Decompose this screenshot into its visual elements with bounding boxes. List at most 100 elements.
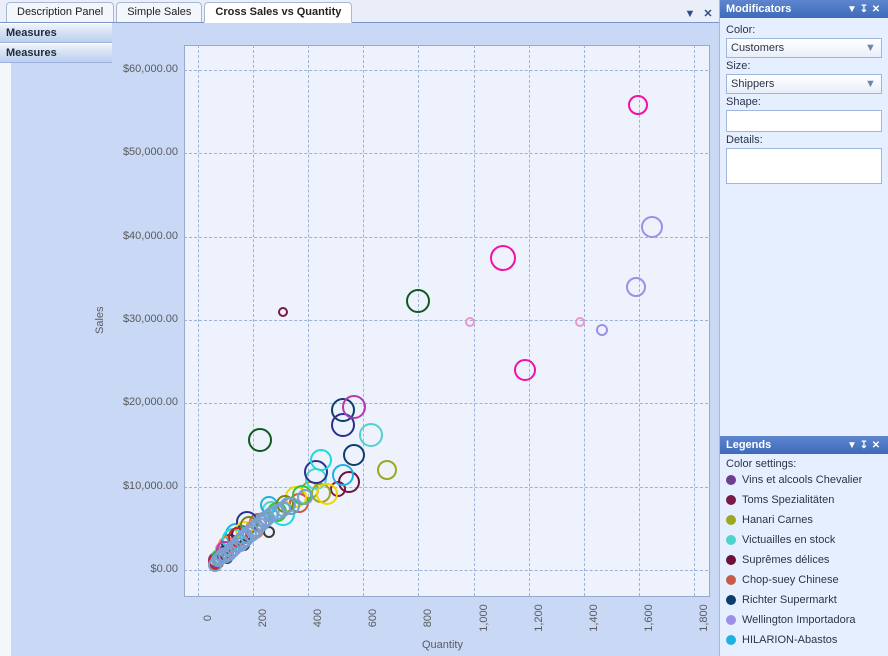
x-tick-label: 600: [367, 603, 379, 633]
details-field-label: Details:: [726, 134, 882, 146]
x-tick-label: 400: [312, 603, 324, 633]
legends-panel: Legends ▼ ↧ ✕ Color settings: Vins et al…: [720, 436, 888, 656]
y-tick-label: $30,000.00: [112, 313, 178, 325]
x-tick-label: 1,600: [643, 603, 655, 633]
y-tick-label: $50,000.00: [112, 146, 178, 158]
color-field-label: Color:: [726, 24, 882, 36]
x-tick-label: 1,200: [533, 603, 545, 633]
tab-description-panel[interactable]: Description Panel: [6, 2, 114, 22]
y-axis-title: Sales: [94, 306, 106, 334]
x-axis-title: Quantity: [422, 639, 463, 651]
y-tick-label: $60,000.00: [112, 63, 178, 75]
measures-header-1[interactable]: Measures: [0, 23, 112, 43]
legends-close-icon[interactable]: ✕: [870, 440, 882, 451]
legend-item[interactable]: HILARION-Abastos: [726, 630, 882, 650]
legend-label: Victuailles en stock: [742, 534, 835, 546]
x-tick-label: 0: [202, 603, 214, 633]
size-field-value: Shippers: [731, 78, 774, 90]
legend-label: Vins et alcools Chevalier: [742, 474, 862, 486]
shape-field[interactable]: [726, 110, 882, 132]
legend-item[interactable]: Hanari Carnes: [726, 510, 882, 530]
legends-subtitle: Color settings:: [726, 458, 882, 470]
chart-area[interactable]: Sales Quantity 02004006008001,0001,2001,…: [112, 23, 719, 656]
x-tick-label: 1,000: [478, 603, 490, 633]
data-point[interactable]: [248, 428, 272, 452]
legend-swatch: [726, 635, 736, 645]
legends-dropdown-icon[interactable]: ▼: [846, 440, 858, 451]
size-field-label: Size:: [726, 60, 882, 72]
tab-strip: Description Panel Simple Sales Cross Sal…: [0, 0, 719, 23]
legend-label: Suprêmes délices: [742, 554, 829, 566]
legend-item[interactable]: Wellington Importadora: [726, 610, 882, 630]
legend-swatch: [726, 495, 736, 505]
grid-line-horizontal: [184, 70, 708, 71]
legend-swatch: [726, 595, 736, 605]
legend-swatch: [726, 575, 736, 585]
legend-label: Toms Spezialitäten: [742, 494, 834, 506]
tab-close-icon[interactable]: ✕: [701, 8, 715, 22]
data-point[interactable]: [465, 317, 475, 327]
modificators-dropdown-icon[interactable]: ▼: [846, 4, 858, 15]
grid-line-horizontal: [184, 320, 708, 321]
modificators-panel: Modificators ▼ ↧ ✕ Color: Customers ▼ Si…: [720, 0, 888, 188]
legend-label: Hanari Carnes: [742, 514, 813, 526]
grid-line-horizontal: [184, 570, 708, 571]
x-tick-label: 800: [422, 603, 434, 633]
legend-label: Wellington Importadora: [742, 614, 856, 626]
legends-title-bar[interactable]: Legends ▼ ↧ ✕: [720, 436, 888, 454]
tabs-dropdown-icon[interactable]: ▼: [683, 8, 697, 22]
tab-cross-sales-vs-quantity[interactable]: Cross Sales vs Quantity: [204, 2, 352, 23]
color-field-value: Customers: [731, 42, 784, 54]
data-point[interactable]: [310, 449, 332, 471]
legend-item[interactable]: Chop-suey Chinese: [726, 570, 882, 590]
grid-line-horizontal: [184, 153, 708, 154]
legend-swatch: [726, 515, 736, 525]
shape-field-label: Shape:: [726, 96, 882, 108]
legends-title: Legends: [726, 439, 771, 451]
x-tick-label: 1,400: [588, 603, 600, 633]
legend-item[interactable]: Toms Spezialitäten: [726, 490, 882, 510]
measures-body: [12, 63, 112, 656]
y-tick-label: $10,000.00: [112, 480, 178, 492]
data-point[interactable]: [278, 307, 288, 317]
legends-pin-icon[interactable]: ↧: [858, 440, 870, 451]
x-tick-label: 1,800: [698, 603, 710, 633]
measures-panel: Measures Measures: [0, 23, 112, 656]
modificators-close-icon[interactable]: ✕: [870, 4, 882, 15]
legend-swatch: [726, 475, 736, 485]
legend-item[interactable]: Vins et alcools Chevalier: [726, 470, 882, 490]
data-point[interactable]: [490, 245, 516, 271]
data-point[interactable]: [641, 216, 663, 238]
legend-item[interactable]: Victuailles en stock: [726, 530, 882, 550]
modificators-pin-icon[interactable]: ↧: [858, 4, 870, 15]
y-tick-label: $40,000.00: [112, 230, 178, 242]
y-tick-label: $20,000.00: [112, 396, 178, 408]
data-point[interactable]: [626, 277, 646, 297]
legend-label: Richter Supermarkt: [742, 594, 837, 606]
chevron-down-icon: ▼: [864, 42, 877, 55]
modificators-title: Modificators: [726, 3, 791, 15]
legend-item[interactable]: Richter Supermarkt: [726, 590, 882, 610]
chevron-down-icon: ▼: [864, 78, 877, 91]
modificators-title-bar[interactable]: Modificators ▼ ↧ ✕: [720, 0, 888, 18]
legend-swatch: [726, 535, 736, 545]
grid-line-horizontal: [184, 403, 708, 404]
size-field[interactable]: Shippers ▼: [726, 74, 882, 94]
legend-item[interactable]: Suprêmes délices: [726, 550, 882, 570]
x-tick-label: 200: [257, 603, 269, 633]
measures-header-2[interactable]: Measures: [0, 43, 112, 63]
data-point[interactable]: [297, 489, 313, 505]
data-point[interactable]: [316, 483, 338, 505]
grid-line-horizontal: [184, 487, 708, 488]
details-field[interactable]: [726, 148, 882, 184]
data-point[interactable]: [359, 423, 383, 447]
legend-swatch: [726, 615, 736, 625]
legend-label: Chop-suey Chinese: [742, 574, 839, 586]
y-tick-label: $0.00: [112, 563, 178, 575]
legend-swatch: [726, 555, 736, 565]
tab-simple-sales[interactable]: Simple Sales: [116, 2, 202, 22]
measures-gutter: [0, 63, 12, 656]
data-point[interactable]: [406, 289, 430, 313]
color-field[interactable]: Customers ▼: [726, 38, 882, 58]
legend-label: HILARION-Abastos: [742, 634, 837, 646]
